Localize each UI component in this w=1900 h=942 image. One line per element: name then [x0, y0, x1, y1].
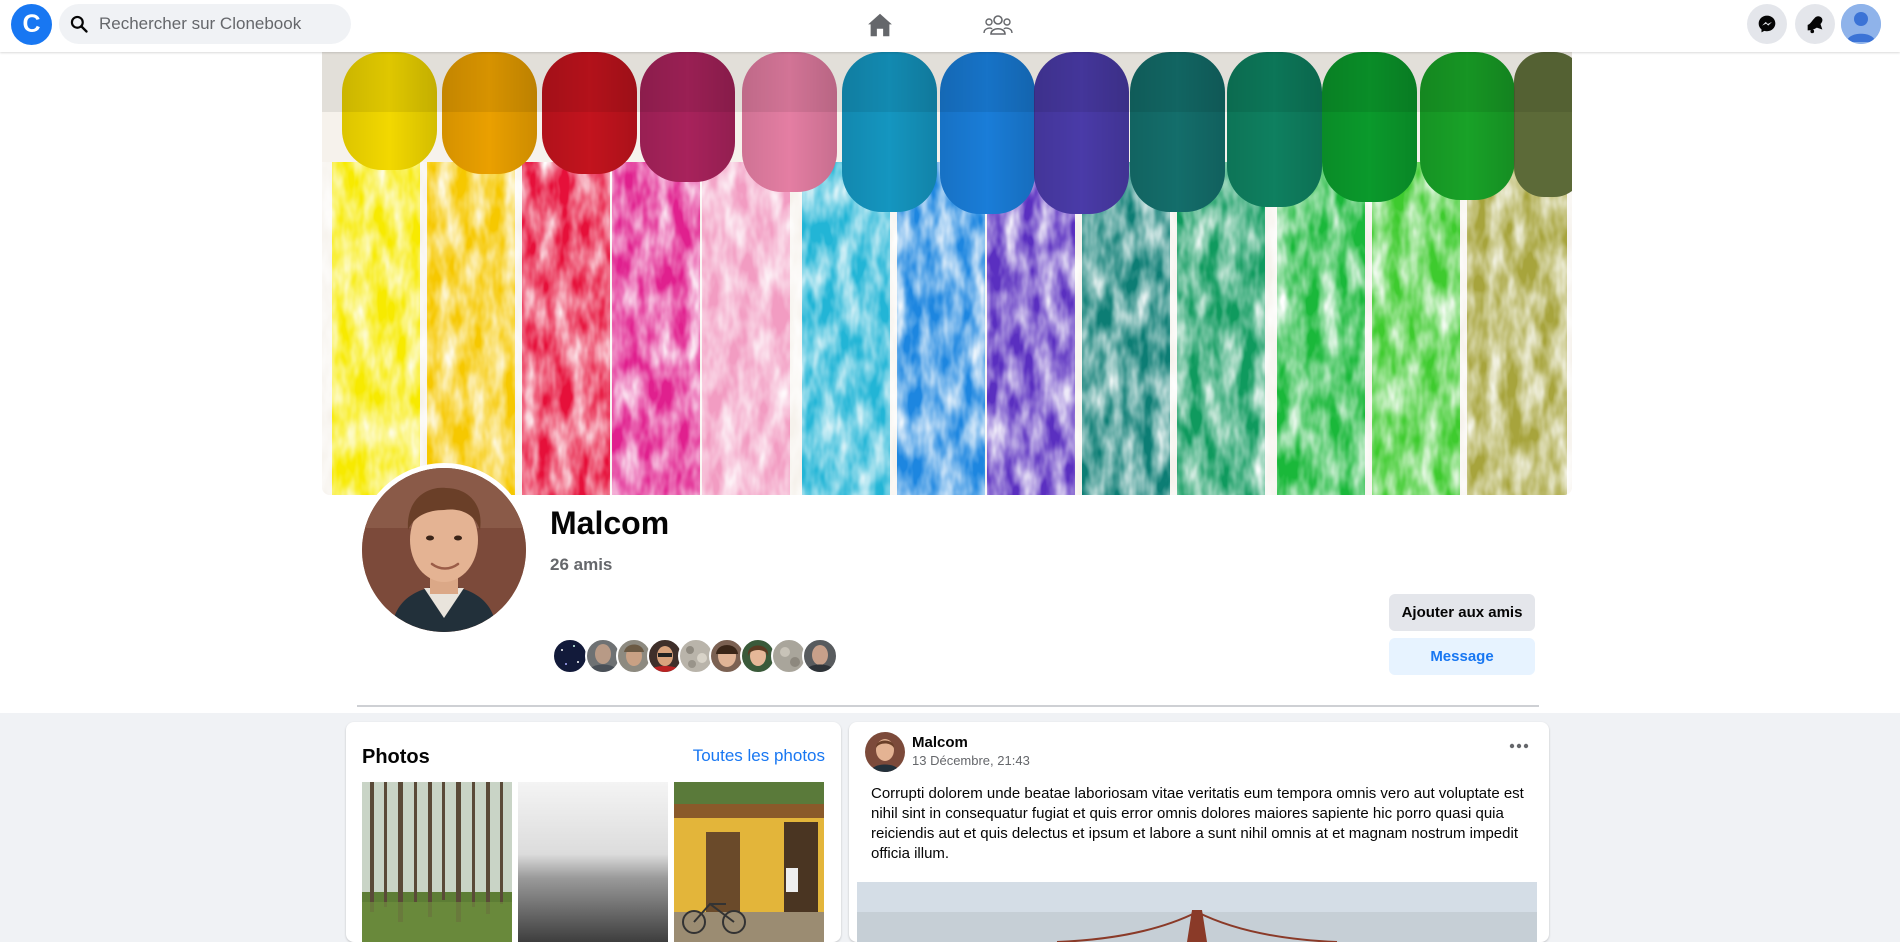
photo-thumbnail[interactable]	[518, 782, 668, 942]
all-photos-link[interactable]: Toutes les photos	[693, 746, 825, 766]
photo-thumbnail[interactable]	[362, 782, 512, 942]
home-nav-button[interactable]	[860, 6, 900, 44]
add-friend-button[interactable]: Ajouter aux amis	[1389, 594, 1535, 631]
profile-picture[interactable]	[357, 463, 531, 637]
friends-icon	[983, 15, 1013, 35]
more-options-icon	[1509, 743, 1529, 749]
cover-photo[interactable]	[322, 52, 1572, 495]
profile-photo-image	[362, 468, 526, 632]
account-avatar[interactable]	[1841, 4, 1881, 44]
foggy-sea-photo	[518, 782, 668, 942]
post-author-name[interactable]: Malcom	[912, 734, 968, 751]
forest-photo	[362, 782, 512, 942]
post-text: Corrupti dolorem unde beatae laboriosam …	[871, 785, 1524, 862]
header-divider	[357, 705, 1539, 707]
yellow-house-photo	[674, 782, 824, 942]
home-icon	[868, 13, 892, 37]
author-photo	[865, 732, 905, 772]
messenger-icon	[1758, 15, 1776, 33]
post-card: Malcom 13 Décembre, 21:43 Corrupti dolor…	[849, 722, 1549, 942]
notifications-button[interactable]	[1795, 4, 1835, 44]
photos-card: Photos Toutes les photos	[346, 722, 841, 942]
photos-card-title: Photos	[362, 746, 430, 768]
friend-avatar[interactable]	[552, 638, 588, 674]
post-timestamp[interactable]: 13 Décembre, 21:43	[912, 753, 1030, 768]
friends-nav-button[interactable]	[978, 6, 1018, 44]
friends-count[interactable]: 26 amis	[550, 555, 612, 575]
post-image[interactable]	[857, 882, 1537, 942]
bridge-photo	[857, 882, 1537, 942]
search-box[interactable]	[59, 4, 351, 44]
post-author-avatar[interactable]	[865, 732, 905, 772]
search-icon	[70, 15, 88, 33]
post-options-button[interactable]	[1504, 734, 1534, 758]
top-navigation-bar: C	[0, 0, 1900, 52]
profile-header: Malcom 26 amis Ajouter aux amis Message …	[0, 52, 1900, 765]
default-avatar-icon	[1841, 4, 1881, 44]
message-button[interactable]: Message	[1389, 638, 1535, 675]
pastel-chalk-cover-image	[322, 52, 1572, 495]
notifications-icon	[1807, 16, 1823, 34]
messenger-button[interactable]	[1747, 4, 1787, 44]
friend-avatar[interactable]	[802, 638, 838, 674]
profile-name: Malcom	[550, 505, 670, 541]
clonebook-logo[interactable]: C	[11, 4, 52, 45]
search-input[interactable]	[97, 13, 337, 35]
photo-thumbnail[interactable]	[674, 782, 824, 942]
